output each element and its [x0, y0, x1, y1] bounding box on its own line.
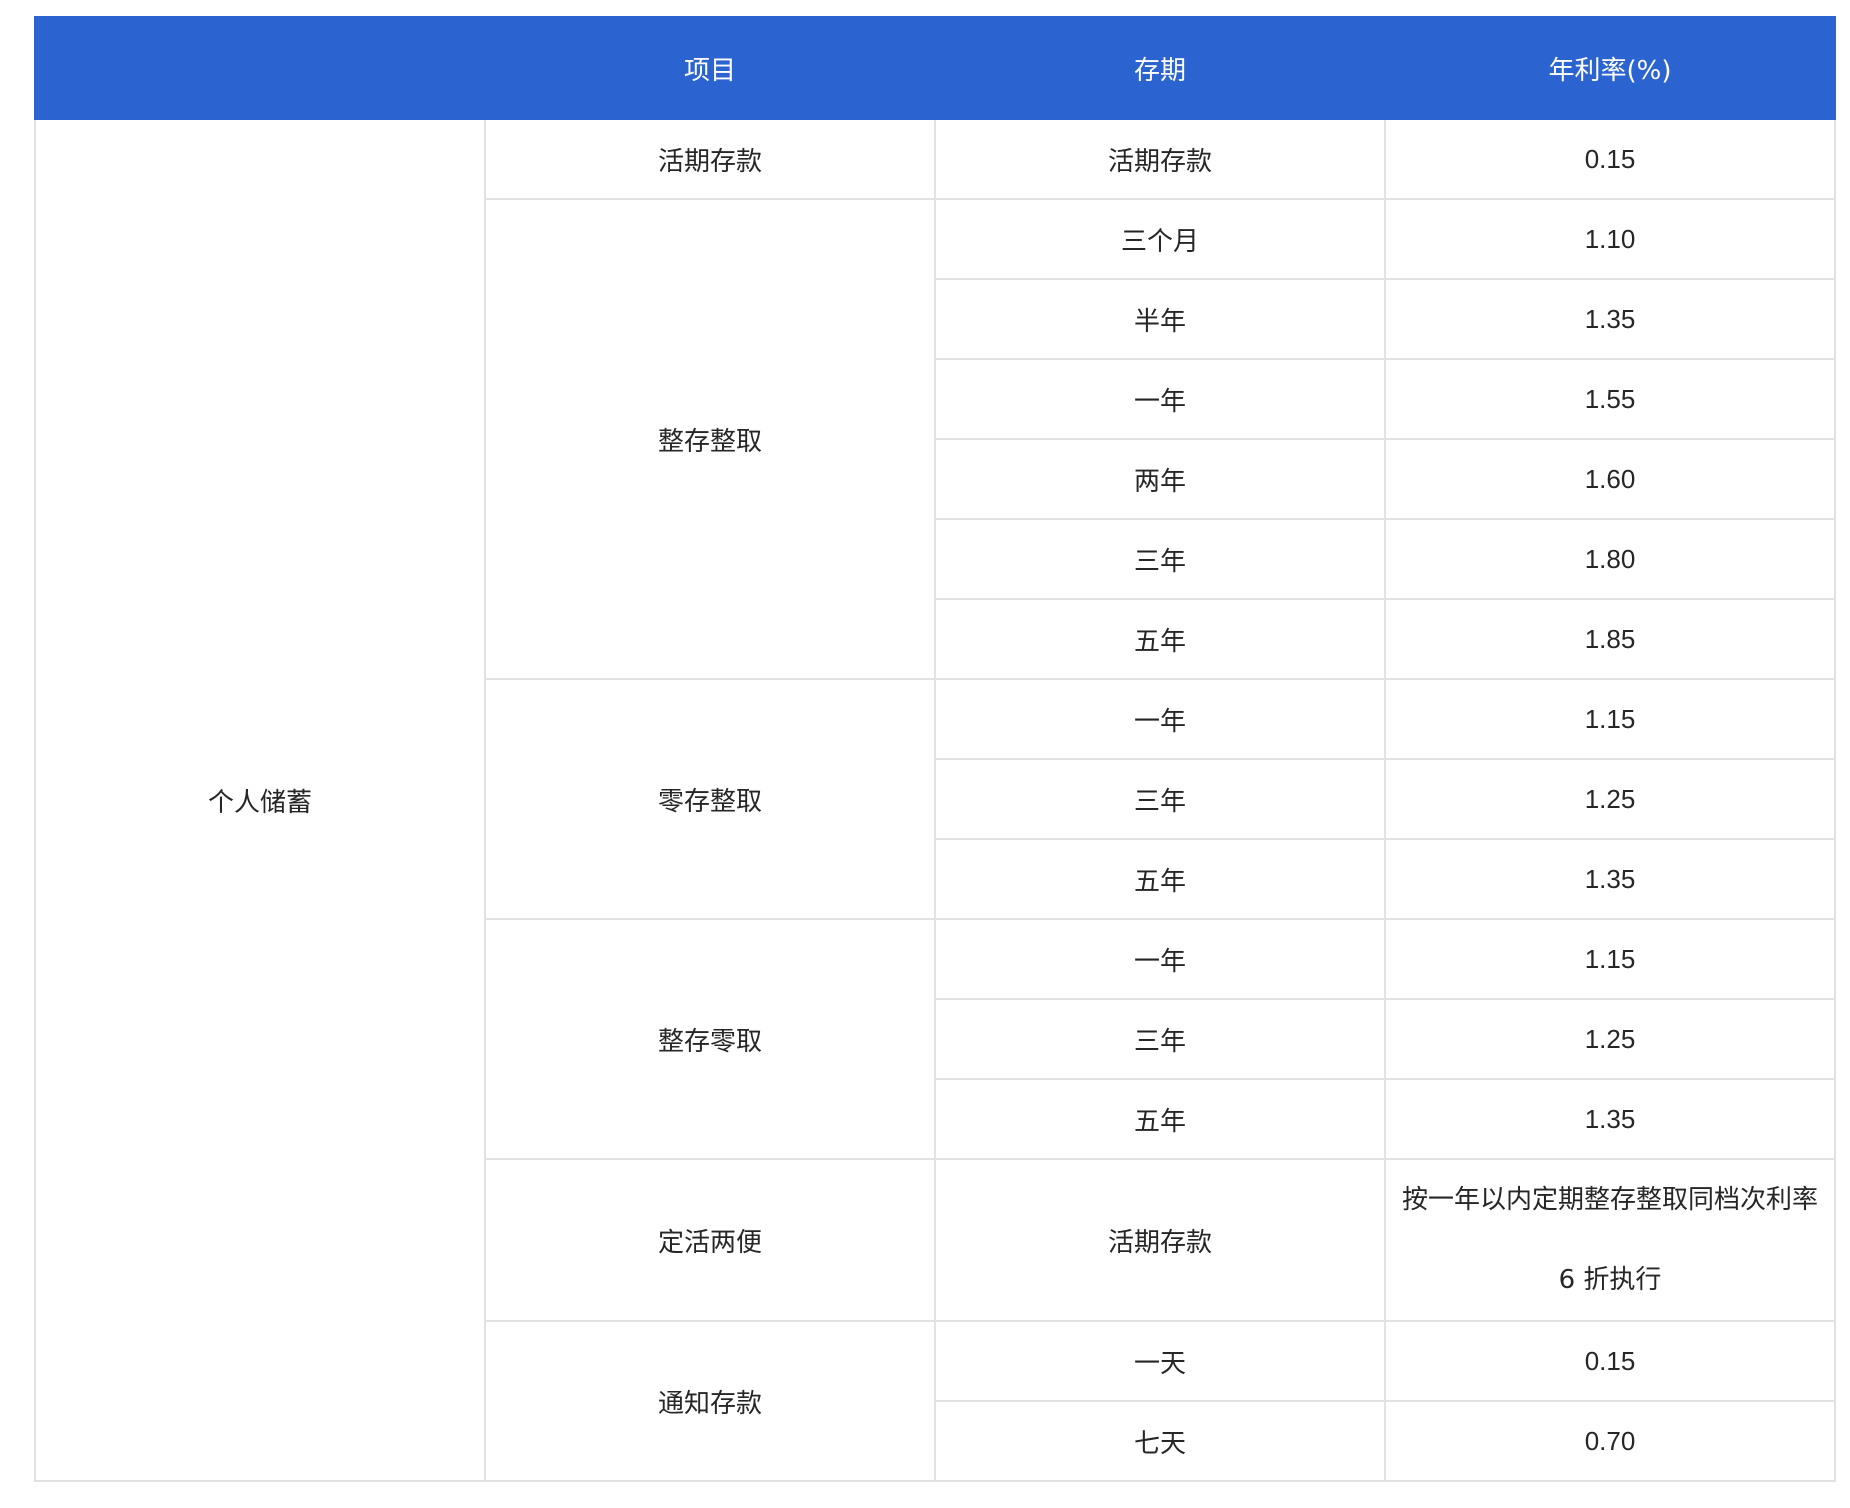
rate-cell: 1.25: [1384, 758, 1836, 840]
category-cell: 个人储蓄: [34, 118, 486, 1482]
rate-cell: 1.15: [1384, 678, 1836, 760]
term-cell: 一年: [934, 358, 1386, 440]
term-cell: 一年: [934, 918, 1386, 1000]
term-cell: 三年: [934, 758, 1386, 840]
rate-cell: 1.35: [1384, 278, 1836, 360]
header-cell-term: 存期: [934, 16, 1386, 120]
rate-cell: 0.15: [1384, 118, 1836, 200]
project-cell: 零存整取: [484, 678, 936, 920]
project-cell: 整存零取: [484, 918, 936, 1160]
rate-cell: 0.15: [1384, 1320, 1836, 1402]
table-body: 个人储蓄 活期存款 活期存款 0.15 整存整取 三个月 1.10 半年 1.35 一年 1.55 两…: [34, 118, 1836, 1482]
table-title: [0, 0, 1850, 14]
term-cell: 五年: [934, 1078, 1386, 1160]
rate-cell: 0.70: [1384, 1400, 1836, 1482]
term-cell: 两年: [934, 438, 1386, 520]
term-cell: 七天: [934, 1400, 1386, 1482]
table-row: 个人储蓄 活期存款 活期存款 0.15: [34, 118, 1836, 1482]
term-cell: 一天: [934, 1320, 1386, 1402]
term-cell: 五年: [934, 598, 1386, 680]
term-cell: 三年: [934, 518, 1386, 600]
term-cell: 三个月: [934, 198, 1386, 280]
rate-cell: 1.15: [1384, 918, 1836, 1000]
project-cell: 定活两便: [484, 1158, 936, 1322]
header-cell-project: 项目: [484, 16, 936, 120]
term-cell: 半年: [934, 278, 1386, 360]
rate-note-cell: 按一年以内定期整存整取同档次利率 6 折执行: [1384, 1158, 1836, 1322]
rate-cell: 1.10: [1384, 198, 1836, 280]
term-cell: 一年: [934, 678, 1386, 760]
term-cell: 五年: [934, 838, 1386, 920]
project-cell: 整存整取: [484, 198, 936, 680]
term-cell: 活期存款: [934, 118, 1386, 200]
table-header: 项目 存期 年利率(%): [34, 16, 1836, 120]
rate-cell: 1.35: [1384, 1078, 1836, 1160]
header-cell-category: [34, 16, 486, 120]
rate-cell: 1.35: [1384, 838, 1836, 920]
rate-cell: 1.85: [1384, 598, 1836, 680]
term-cell: 活期存款: [934, 1158, 1386, 1322]
header-row: 项目 存期 年利率(%): [34, 16, 1836, 120]
rate-cell: 1.25: [1384, 998, 1836, 1080]
project-cell: 活期存款: [484, 118, 936, 200]
project-cell: 通知存款: [484, 1320, 936, 1482]
header-cell-rate: 年利率(%): [1384, 16, 1836, 120]
rate-cell: 1.55: [1384, 358, 1836, 440]
deposit-rate-table: 项目 存期 年利率(%) 个人储蓄 活期存款 活期存款 0.15 整存整取 三个月 1.10…: [34, 16, 1836, 1482]
term-cell: 三年: [934, 998, 1386, 1080]
rate-cell: 1.60: [1384, 438, 1836, 520]
rate-cell: 1.80: [1384, 518, 1836, 600]
